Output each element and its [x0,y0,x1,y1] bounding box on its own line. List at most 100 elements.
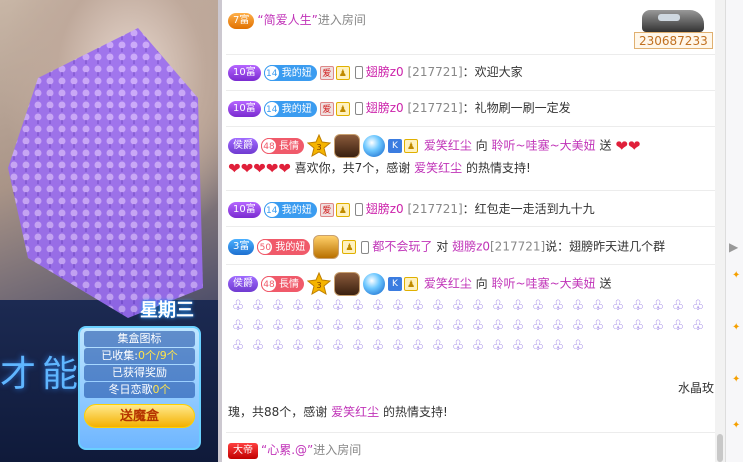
wealth-badge: 3富 [228,239,255,255]
user-id: [217721] [407,101,463,115]
crystal-rose-icon: ♧ [451,298,465,314]
username[interactable]: 翅膀z0 [366,202,404,216]
chat-message: 10富 14 我的妞爱 ♟ 翅膀z0 [217721]：红包走一走活到九十九 [228,199,720,219]
target-username[interactable]: 聆听~哇塞~大美妞 [492,139,596,153]
wealth-badge: 10富 [228,64,261,81]
crystal-rose-icon: ♧ [311,298,325,314]
love-icon: 爱 [319,65,334,80]
expand-arrow-icon[interactable]: ▶ [729,240,738,254]
username[interactable]: 翅膀z0 [366,65,404,79]
crystal-rose-icon: ♧ [411,298,425,314]
crystal-rose-icon: ♧ [351,318,365,334]
guard-icon: ♟ [335,202,350,217]
k-icon: K [388,139,402,153]
crystal-rose-icon: ♧ [251,318,265,334]
fan-badge: 14 我的妞 [263,64,317,81]
star-level-icon: 3 [307,272,331,296]
crystal-rose-icon: ♧ [271,318,285,334]
divider [226,126,720,127]
fan-badge: 14 我的妞 [263,100,317,117]
username[interactable]: 爱笑红尘 [414,161,462,175]
crystal-rose-icon: ♧ [591,298,605,314]
crystal-rose-icon: ♧ [431,338,445,354]
chat-message-tail: 水晶玫 [677,381,714,395]
sparkle-icon: ✦ [732,420,741,431]
avatar[interactable] [313,235,340,259]
crystal-rose-icon: ♧ [691,298,705,314]
crystal-rose-icon: ♧ [371,298,385,314]
phone-icon [354,203,363,216]
message-text: 瑰，共88个，感谢 [228,405,328,419]
crystal-rose-icon: ♧ [411,338,425,354]
username[interactable]: 爱笑红尘 [331,405,379,419]
sparkle-icon: ✦ [732,270,741,281]
username[interactable]: 爱笑红尘 [424,277,472,291]
chat-message-cont: ❤❤❤❤❤ 喜欢你，共7个，感谢 爱笑红尘 的热情支持! [228,159,531,178]
crystal-rose-icon: ♧ [611,318,625,334]
send-magic-box-button[interactable]: 送魔盒 [84,404,195,428]
message-text: 说：翅膀昨天进几个群 [545,239,666,254]
crystal-rose-icon: ♧ [531,318,545,334]
username[interactable]: 翅膀z0 [366,101,404,115]
chat-message: 3富 50 我的妞 ♟ 都不会玩了 对 翅膀z0[217721]说：翅膀昨天进几个群 [228,235,720,259]
message-text: ：欢迎大家 [462,65,523,79]
divider [226,432,720,433]
guard-icon: ♟ [404,277,418,291]
crystal-rose-icon: ♧ [471,318,485,334]
user-id: [217721] [490,239,546,254]
chat-message: 10富 14 我的妞爱 ♟ 翅膀z0 [217721]：礼物刷一刷一定发 [228,98,720,118]
chat-message-cont: 瑰，共88个，感谢 爱笑红尘 的热情支持! [228,405,448,419]
message-text: 进入房间 [317,13,366,27]
chat-message-list[interactable]: 7富 “简爱人生”进入房间 230687233 10富 14 我的妞爱 ♟ 翅膀z0 [2… [222,0,725,462]
chat-scroll-thumb[interactable] [717,434,723,462]
username[interactable]: 爱笑红尘 [424,139,472,153]
target-username[interactable]: 聆听~哇塞~大美妞 [492,277,596,291]
chat-scrollbar[interactable] [715,0,725,462]
crystal-rose-icon: ♧ [291,318,305,334]
crystal-rose-icon: ♧ [251,338,265,354]
globe-icon [363,135,385,157]
crystal-rose-icon: ♧ [231,318,245,334]
gift-animation-pile [8,28,213,318]
crystal-rose-icon: ♧ [451,338,465,354]
heart-gift-icon: ❤❤ [615,137,641,155]
svg-text:3: 3 [316,143,321,152]
crystal-rose-icon: ♧ [371,338,385,354]
crystal-rose-icon: ♧ [491,298,505,314]
crystal-rose-icon: ♧ [311,318,325,334]
crystal-rose-icon: ♧ [491,338,505,354]
username[interactable]: “心累.@” [261,443,313,457]
crystal-rose-icon: ♧ [531,298,545,314]
divider [226,90,720,91]
crystal-rose-icon: ♧ [231,338,245,354]
sparkle-icon: ✦ [732,322,741,333]
crystal-rose-icon: ♧ [391,338,405,354]
wealth-badge: 10富 [228,100,261,117]
love-icon: 爱 [319,101,334,116]
crystal-rose-icon: ♧ [571,318,585,334]
emperor-badge: 大帝 [228,442,258,459]
phone-icon [354,66,363,79]
crystal-rose-icon: ♧ [611,298,625,314]
crystal-rose-icon: ♧ [671,298,685,314]
username[interactable]: 都不会玩了 [372,240,432,254]
message-text: ：礼物刷一刷一定发 [462,101,571,115]
username[interactable]: “简爱人生” [257,13,317,27]
user-id: [217721] [407,65,463,79]
avatar[interactable] [334,134,360,158]
user-id: [217721] [407,202,463,216]
guard-icon: ♟ [404,139,418,153]
crystal-rose-icon: ♧ [471,298,485,314]
avatar[interactable] [334,272,360,296]
video-stream-area[interactable]: 星期三 才能 集盒图标 已收集:0个/9个 已获得奖励 冬日恋歌0个 送魔盒 [0,0,218,462]
reward-label: 已获得奖励 [84,365,195,381]
crystal-rose-icon: ♧ [471,338,485,354]
target-username[interactable]: 翅膀z0 [452,240,490,254]
divider [226,190,720,191]
crystal-rose-icon: ♧ [331,338,345,354]
chat-message: 侯爵 48 長情 3 K ♟ 爱笑红尘 向 聆听~哇塞~大美妞 送 ❤❤ [228,134,720,158]
crystal-rose-icon: ♧ [511,338,525,354]
heart-gift-icon: ❤❤❤❤❤ [228,159,291,178]
crystal-rose-icon: ♧ [631,298,645,314]
crystal-rose-icon: ♧ [451,318,465,334]
